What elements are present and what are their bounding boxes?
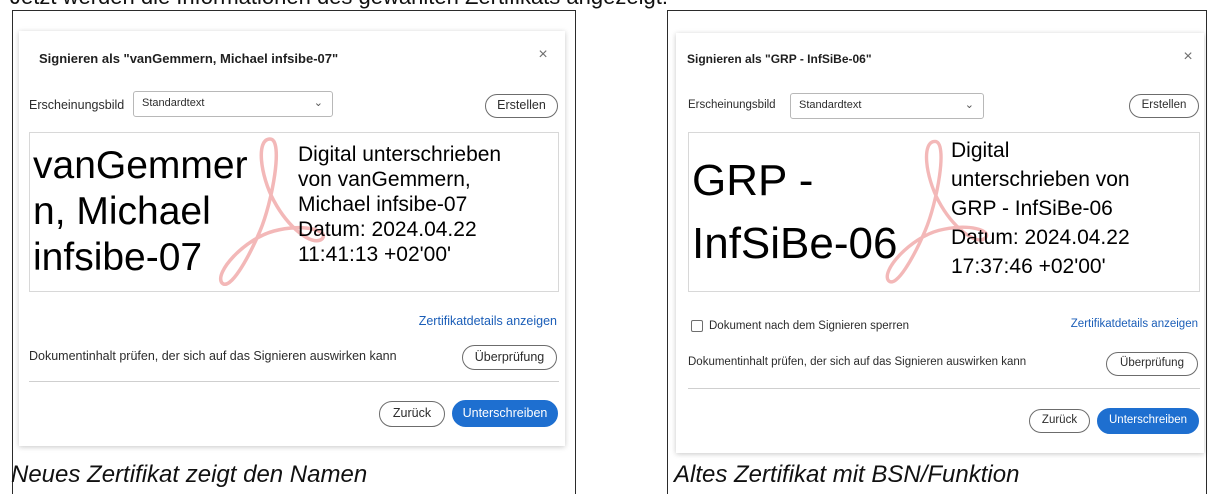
signature-name-line: GRP - (692, 156, 814, 205)
left-screenshot-frame: Signieren als "vanGemmern, Michael infsi… (11, 10, 576, 494)
right-screenshot-frame: Signieren als "GRP - InfSiBe-06" × Ersch… (667, 10, 1207, 494)
appearance-select[interactable]: Standardtext ⌄ (133, 91, 333, 117)
chevron-down-icon: ⌄ (964, 99, 974, 111)
signature-details: Digital unterschrieben von vanGemmern, M… (298, 142, 501, 267)
lock-document-label: Dokument nach dem Signieren sperren (709, 320, 910, 332)
sign-button[interactable]: Unterschreiben (1097, 408, 1199, 434)
back-button[interactable]: Zurück (379, 401, 445, 427)
signature-detail-line: Datum: 2024.04.22 (951, 226, 1130, 249)
appearance-select[interactable]: Standardtext ⌄ (790, 93, 984, 119)
signature-detail-line: 17:37:46 +02'00' (951, 255, 1106, 278)
signature-detail-line: Datum: 2024.04.22 (298, 218, 477, 241)
certificate-details-link[interactable]: Zertifikatdetails anzeigen (419, 314, 557, 328)
lock-document-checkbox[interactable] (691, 320, 703, 332)
appearance-select-value: Standardtext (799, 99, 862, 111)
signature-detail-line: 11:41:13 +02'00' (298, 243, 452, 266)
sign-button[interactable]: Unterschreiben (452, 400, 558, 427)
certificate-details-link[interactable]: Zertifikatdetails anzeigen (1071, 318, 1198, 330)
create-button[interactable]: Erstellen (485, 94, 558, 118)
signature-name-line: n, Michael (33, 190, 211, 233)
signature-detail-line: unterschrieben von (951, 168, 1130, 191)
left-caption: Neues Zertifikat zeigt den Namen (11, 461, 368, 488)
signature-detail-line: Michael infsibe-07 (298, 193, 468, 216)
signature-detail-line: Digital unterschrieben (298, 143, 502, 166)
close-icon[interactable]: × (1180, 49, 1196, 65)
review-button[interactable]: Überprüfung (1106, 352, 1198, 376)
signature-name-line: vanGemmer (33, 144, 248, 187)
signature-preview: GRP - InfSiBe-06 Digital unterschrieben … (688, 132, 1200, 292)
signature-detail-line: GRP - InfSiBe-06 (951, 197, 1113, 220)
appearance-label: Erscheinungsbild (29, 98, 125, 112)
review-description: Dokumentinhalt prüfen, der sich auf das … (688, 356, 1027, 368)
dialog-title: Signieren als "vanGemmern, Michael infsi… (39, 51, 339, 66)
signature-name-line: InfSiBe-06 (692, 219, 898, 268)
chevron-down-icon: ⌄ (313, 97, 323, 109)
signature-details: Digital unterschrieben von GRP - InfSiBe… (951, 136, 1130, 281)
sign-dialog-old-certificate: Signieren als "GRP - InfSiBe-06" × Ersch… (676, 33, 1204, 453)
back-button[interactable]: Zurück (1029, 409, 1090, 433)
signature-preview: vanGemmer n, Michael infsibe-07 Digital … (29, 132, 559, 292)
review-button[interactable]: Überprüfung (462, 345, 557, 370)
top-caption: Jetzt werden die Informationen des gewäh… (10, 0, 1209, 10)
signature-name-line: infsibe-07 (33, 236, 203, 279)
review-description: Dokumentinhalt prüfen, der sich auf das … (29, 349, 397, 363)
dialog-title: Signieren als "GRP - InfSiBe-06" (687, 52, 872, 66)
signature-detail-line: Digital (951, 139, 1010, 162)
appearance-label: Erscheinungsbild (688, 99, 776, 111)
sign-dialog-new-certificate: Signieren als "vanGemmern, Michael infsi… (19, 31, 565, 446)
signature-name: GRP - InfSiBe-06 (692, 149, 897, 275)
close-icon[interactable]: × (535, 47, 551, 63)
signature-name: vanGemmer n, Michael infsibe-07 (33, 143, 248, 281)
divider (29, 381, 559, 382)
divider (688, 388, 1200, 389)
right-caption: Altes Zertifikat mit BSN/Funktion (674, 461, 1020, 488)
create-button[interactable]: Erstellen (1129, 94, 1199, 118)
appearance-select-value: Standardtext (142, 97, 205, 109)
signature-detail-line: von vanGemmern, (298, 168, 471, 191)
